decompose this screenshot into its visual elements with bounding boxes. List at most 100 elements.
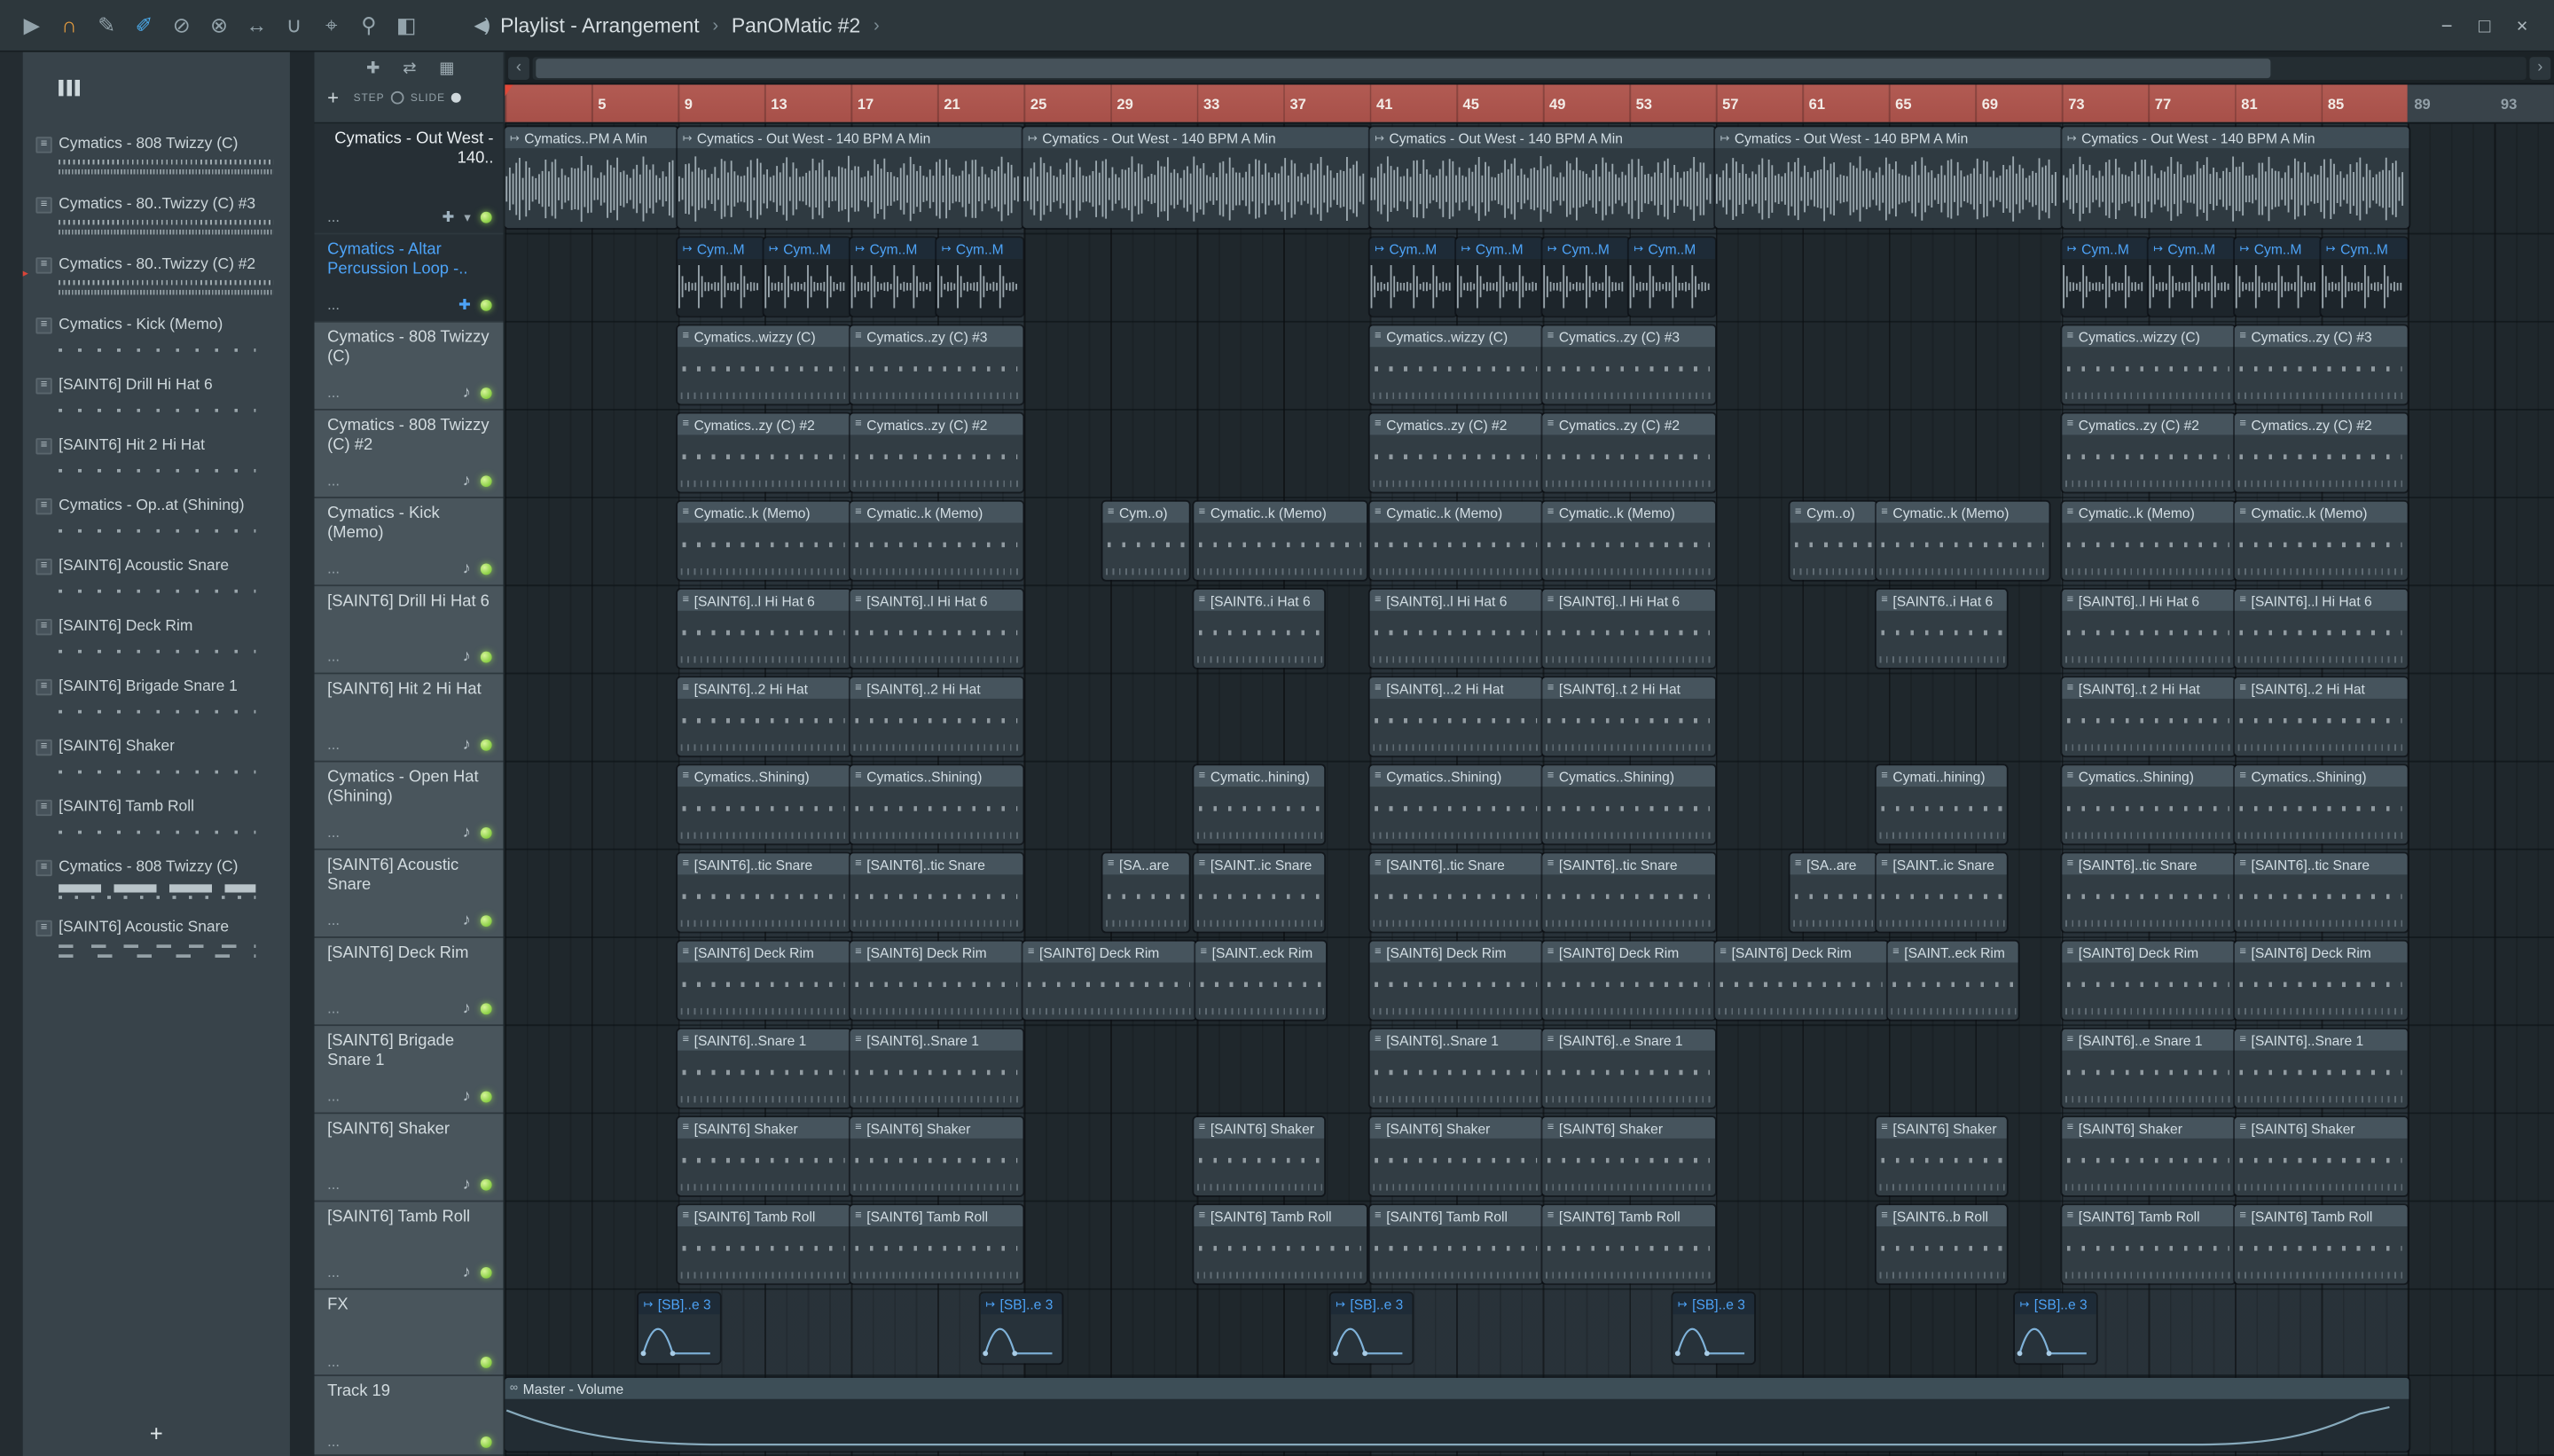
clip[interactable]: ≡ Cym..o) bbox=[1790, 501, 1876, 580]
clip[interactable]: ↦ [SB]..e 3 bbox=[2014, 1293, 2096, 1364]
clip[interactable]: ↦ Cym..M bbox=[764, 238, 850, 317]
clip[interactable]: ≡ [SAINT6] Deck Rim bbox=[678, 941, 850, 1020]
clip[interactable]: ≡ [SAINT6..b Roll bbox=[1876, 1205, 2007, 1284]
track-enable-led[interactable] bbox=[480, 1436, 492, 1448]
track-lane[interactable]: ≡ [SAINT6] Deck Rim ≡ [SAINT6] Deck Rim ≡ [SA… bbox=[505, 938, 2554, 1027]
track-enable-led[interactable] bbox=[480, 1178, 492, 1191]
clip[interactable]: ≡ Cymatics..zy (C) #3 bbox=[2234, 325, 2408, 404]
slip-icon[interactable]: ⊘ bbox=[163, 12, 200, 38]
track-enable-led[interactable] bbox=[480, 827, 492, 839]
track-enable-led[interactable] bbox=[480, 1091, 492, 1103]
track-enable-led[interactable] bbox=[480, 1266, 492, 1279]
track-menu-dots[interactable]: ... bbox=[327, 561, 340, 576]
picker-item[interactable]: ≡ [SAINT6] Brigade Snare 1 bbox=[23, 673, 290, 733]
chevron-down-icon[interactable]: ▾ bbox=[464, 210, 470, 225]
clip[interactable]: ≡ [SAINT6]..l Hi Hat 6 bbox=[2062, 589, 2235, 669]
track-header[interactable]: [SAINT6] Tamb Roll... ♪ bbox=[314, 1202, 504, 1290]
clip[interactable]: ≡ Cymatics..zy (C) #2 bbox=[1542, 413, 1716, 492]
playlist-title-bar[interactable]: ◀) Playlist - Arrangement › PanOMatic #2… bbox=[474, 14, 879, 37]
clip[interactable]: ≡ [SAINT6]..Snare 1 bbox=[2234, 1029, 2408, 1108]
clip[interactable]: ≡ Cymatics..wizzy (C) bbox=[1369, 325, 1543, 404]
slide-tool-icon[interactable]: ⇄ bbox=[403, 60, 416, 78]
clip[interactable]: ≡ [SAINT6] Shaker bbox=[1542, 1116, 1716, 1196]
track-header[interactable]: Cymatics - Open Hat (Shining)... ♪ bbox=[314, 762, 504, 850]
scroll-left-button[interactable]: ‹ bbox=[508, 56, 529, 80]
track-header[interactable]: [SAINT6] Brigade Snare 1... ♪ bbox=[314, 1026, 504, 1115]
clip[interactable]: ≡ [SAINT6..i Hat 6 bbox=[1876, 589, 2007, 669]
clip[interactable]: ≡ [SAINT..eck Rim bbox=[1887, 941, 2018, 1020]
clip[interactable]: ≡ [SAINT6] Deck Rim bbox=[2062, 941, 2235, 1020]
clip[interactable]: ≡ [SAINT6] Shaker bbox=[850, 1116, 1023, 1196]
track-enable-led[interactable] bbox=[480, 563, 492, 575]
clip[interactable]: ↦ Cym..M bbox=[936, 238, 1023, 317]
track-lane[interactable]: ≡ [SAINT6] Tamb Roll ≡ [SAINT6] Tamb Roll ≡[… bbox=[505, 1202, 2554, 1290]
clip[interactable]: ≡ [SAINT6]..tic Snare bbox=[2234, 853, 2408, 932]
marker-tool-icon[interactable]: ▦ bbox=[439, 60, 454, 78]
track-lane[interactable]: ≡ [SAINT6]..tic Snare ≡ [SAINT6]..tic Snare… bbox=[505, 850, 2554, 938]
track-lane[interactable]: ≡ Cymatics..Shining) ≡ Cymatics..Shining) ≡ C… bbox=[505, 763, 2554, 850]
clip[interactable]: ↦ Cymatics - Out West - 140 BPM A Min bbox=[1369, 127, 1716, 229]
picker-item[interactable]: ▶ ≡ Cymatics - 80..Twizzy (C) #2 bbox=[23, 251, 290, 311]
track-header[interactable]: Cymatics - Altar Percussion Loop -..... ✚ bbox=[314, 234, 504, 323]
picker-item[interactable]: ≡ [SAINT6] Acoustic Snare bbox=[23, 913, 290, 974]
monitor-icon[interactable]: ◧ bbox=[388, 12, 425, 38]
picker-item[interactable]: ≡ Cymatics - Kick (Memo) bbox=[23, 311, 290, 372]
clip[interactable]: ≡ [SAINT6] Tamb Roll bbox=[2062, 1205, 2235, 1284]
track-header[interactable]: Cymatics - 808 Twizzy (C)... ♪ bbox=[314, 322, 504, 411]
track-menu-dots[interactable]: ... bbox=[327, 649, 340, 664]
timeline-selected-region[interactable] bbox=[505, 84, 2408, 122]
clip[interactable]: ≡ [SAINT6]..t 2 Hi Hat bbox=[2062, 677, 2235, 756]
clip[interactable]: ≡ [SAINT6] Deck Rim bbox=[2234, 941, 2408, 1020]
clip[interactable]: ↦ [SB]..e 3 bbox=[638, 1293, 720, 1364]
clip[interactable]: ≡ [SAINT6]...2 Hi Hat bbox=[1369, 677, 1543, 756]
clip[interactable]: ≡ Cymatic..k (Memo) bbox=[678, 501, 850, 580]
clip[interactable]: ≡ [SAINT6] Shaker bbox=[2062, 1116, 2235, 1196]
clip[interactable]: ≡ [SAINT6]..Snare 1 bbox=[678, 1029, 850, 1108]
track-enable-led[interactable] bbox=[480, 1003, 492, 1015]
track-lane[interactable]: ≡ Cymatics..wizzy (C) ≡ Cymatics..zy (C) #3… bbox=[505, 323, 2554, 411]
clip[interactable]: ↦ Cym..M bbox=[1456, 238, 1543, 317]
track-header[interactable]: FX... bbox=[314, 1289, 504, 1377]
track-menu-dots[interactable]: ... bbox=[327, 297, 340, 312]
clip[interactable]: ≡ Cymatic..k (Memo) bbox=[1542, 501, 1716, 580]
clip[interactable]: ≡ [SAINT6] Deck Rim bbox=[1022, 941, 1196, 1020]
horizontal-scrollbar[interactable]: ‹ › bbox=[505, 51, 2554, 85]
track-menu-dots[interactable]: ... bbox=[327, 1089, 340, 1104]
track-enable-led[interactable] bbox=[480, 651, 492, 663]
clip[interactable]: ≡ Cymatic..k (Memo) bbox=[2234, 501, 2408, 580]
clip[interactable]: ≡ Cymatics..zy (C) #3 bbox=[850, 325, 1023, 404]
arrangement-name[interactable]: PanOMatic #2 bbox=[732, 14, 861, 37]
clip[interactable]: ≡ [SAINT6] Shaker bbox=[1369, 1116, 1543, 1196]
picker-item[interactable]: ≡ [SAINT6] Drill Hi Hat 6 bbox=[23, 372, 290, 432]
clip[interactable]: ≡ [SAINT6] Shaker bbox=[1876, 1116, 2007, 1196]
track-header[interactable]: Cymatics - Kick (Memo)... ♪ bbox=[314, 498, 504, 587]
track-lane[interactable]: ∞ Master - Volume bbox=[505, 1376, 2554, 1456]
clip[interactable]: ≡ [SAINT6]..l Hi Hat 6 bbox=[1369, 589, 1543, 669]
track-lane[interactable]: ↦ [SB]..e 3 ↦ [SB]..e 3 ↦ [SB]..e 3 ↦ [SB]..e 3… bbox=[505, 1290, 2554, 1377]
clip[interactable]: ≡ Cymatics..wizzy (C) bbox=[2062, 325, 2235, 404]
clip[interactable]: ↦ Cym..M bbox=[2062, 238, 2149, 317]
clip[interactable]: ↦ Cymatics..PM A Min bbox=[505, 127, 678, 229]
track-header[interactable]: Cymatics - Out West - 140..... ✚ ▾ bbox=[314, 123, 504, 235]
zoom-icon[interactable]: ⚲ bbox=[350, 12, 388, 38]
clip[interactable]: ≡ [SAINT6]..tic Snare bbox=[850, 853, 1023, 932]
clip[interactable]: ≡ Cym..o) bbox=[1102, 501, 1189, 580]
clip[interactable]: ↦ Cymatics - Out West - 140 BPM A Min bbox=[2062, 127, 2409, 229]
track-header[interactable]: [SAINT6] Deck Rim... ♪ bbox=[314, 937, 504, 1027]
clip[interactable]: ≡ [SAINT6] Tamb Roll bbox=[1542, 1205, 1716, 1284]
track-menu-dots[interactable]: ... bbox=[327, 209, 340, 224]
clip[interactable]: ≡ Cymatic..k (Memo) bbox=[1876, 501, 2049, 580]
track-menu-dots[interactable]: ... bbox=[327, 1354, 340, 1369]
track-menu-dots[interactable]: ... bbox=[327, 474, 340, 489]
track-menu-dots[interactable]: ... bbox=[327, 825, 340, 840]
clip[interactable]: ↦ Cym..M bbox=[1542, 238, 1629, 317]
picker-item[interactable]: ≡ Cymatics - Op..at (Shining) bbox=[23, 492, 290, 552]
track-menu-dots[interactable]: ... bbox=[327, 385, 340, 400]
draw-icon[interactable]: ✎ bbox=[88, 12, 125, 38]
clip[interactable]: ≡ Cymatics..Shining) bbox=[2234, 765, 2408, 844]
stretch-icon[interactable]: ↔ bbox=[238, 13, 275, 38]
clip[interactable]: ≡ [SAINT6]..tic Snare bbox=[678, 853, 850, 932]
clip[interactable]: ↦ Cymatics - Out West - 140 BPM A Min bbox=[1022, 127, 1370, 229]
clip[interactable]: ↦ Cym..M bbox=[1369, 238, 1457, 317]
picker-item[interactable]: ≡ Cymatics - 80..Twizzy (C) #3 bbox=[23, 191, 290, 251]
